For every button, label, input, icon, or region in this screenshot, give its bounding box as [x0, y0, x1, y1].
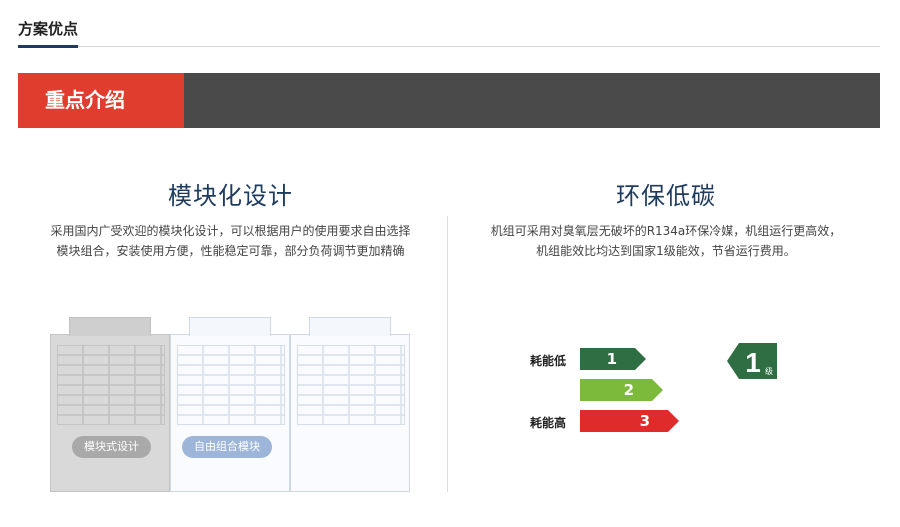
energy-level-bar-3: 3 [580, 410, 679, 432]
banner-label: 重点介绍 [18, 73, 184, 128]
ac-unit-outline [290, 317, 410, 492]
high-consumption-label: 耗能高 [530, 416, 567, 430]
modular-design-tag: 模块式设计 [72, 436, 151, 458]
highlight-banner: 重点介绍 [18, 73, 880, 128]
energy-level-bar-2: 2 [580, 379, 663, 401]
eco-line-1: 机组可采用对臭氧层无破坏的R134a环保冷媒，机组运行更高效， [490, 224, 842, 238]
eco-column: 环保低碳 机组可采用对臭氧层无破坏的R134a环保冷媒，机组运行更高效， 机组能… [452, 176, 880, 261]
svg-text:1: 1 [745, 347, 761, 378]
eco-description: 机组可采用对臭氧层无破坏的R134a环保冷媒，机组运行更高效， 机组能效比均达到… [452, 221, 880, 261]
free-combination-tag: 自由组合模块 [182, 436, 272, 458]
section-title: 方案优点 [18, 18, 79, 48]
modular-design-line-1: 采用国内广受欢迎的模块化设计，可以根据用户的使用要求自由选择 [50, 224, 411, 238]
eco-line-2: 机组能效比均达到国家1级能效，节省运行费用。 [536, 244, 796, 258]
modular-design-column: 模块化设计 采用国内广受欢迎的模块化设计，可以根据用户的使用要求自由选择 模块组… [18, 176, 443, 261]
grade-1-badge-icon: 1 级 [727, 343, 777, 379]
ac-unit-outline [170, 317, 290, 492]
modular-design-line-2: 模块组合，安装使用方便，性能稳定可靠，部分负荷调节更加精确 [56, 244, 405, 258]
modular-units-illustration: 模块式设计 自由组合模块 [50, 316, 410, 494]
eco-heading: 环保低碳 [616, 182, 716, 210]
energy-level-bar-1: 1 [580, 348, 646, 370]
modular-design-description: 采用国内广受欢迎的模块化设计，可以根据用户的使用要求自由选择 模块组合，安装使用… [18, 221, 443, 261]
modular-design-heading: 模块化设计 [168, 182, 293, 210]
column-divider [447, 216, 448, 492]
section-header: 方案优点 [18, 10, 880, 48]
svg-text:级: 级 [765, 366, 773, 376]
ac-unit-gray [50, 317, 170, 492]
low-consumption-label: 耗能低 [530, 354, 567, 368]
